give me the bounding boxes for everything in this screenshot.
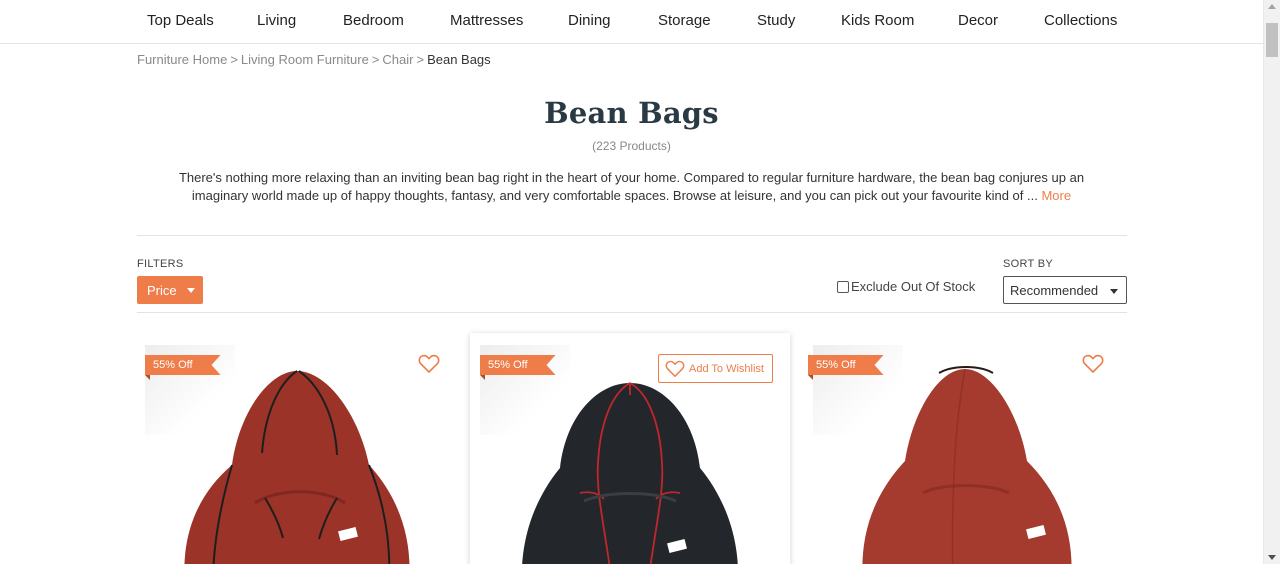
scroll-down-arrow-icon[interactable]: [1268, 555, 1276, 560]
product-image[interactable]: [813, 343, 1113, 564]
nav-item-bedroom[interactable]: Bedroom: [343, 12, 404, 29]
product-card[interactable]: 55% Off Add To Wishlist: [470, 333, 790, 564]
breadcrumb-link-living-room-furniture[interactable]: Living Room Furniture: [241, 52, 369, 67]
exclude-out-of-stock-checkbox[interactable]: [837, 280, 849, 293]
breadcrumb: Furniture Home > Living Room Furniture > Cha…: [137, 52, 491, 67]
sort-by-select[interactable]: Recommended: [1003, 276, 1127, 304]
nav-item-mattresses[interactable]: Mattresses: [450, 12, 523, 29]
price-filter-label: Price: [147, 282, 177, 298]
product-image[interactable]: [147, 343, 447, 564]
sort-by-label: SORT BY: [1003, 258, 1053, 270]
add-to-wishlist-label: Add To Wishlist: [689, 362, 764, 375]
discount-badge: 55% Off: [480, 355, 556, 375]
breadcrumb-link-furniture-home[interactable]: Furniture Home: [137, 52, 227, 67]
nav-item-kids-room[interactable]: Kids Room: [841, 12, 914, 29]
heart-icon[interactable]: [1082, 354, 1104, 374]
heart-icon[interactable]: [418, 354, 440, 374]
nav-item-decor[interactable]: Decor: [958, 12, 998, 29]
breadcrumb-link-chair[interactable]: Chair: [382, 52, 413, 67]
sort-by-value: Recommended: [1010, 282, 1099, 298]
exclude-out-of-stock[interactable]: Exclude Out Of Stock: [837, 279, 975, 294]
badge-fold: [808, 375, 813, 380]
description-text: There's nothing more relaxing than an in…: [178, 170, 1085, 203]
discount-badge: 55% Off: [145, 355, 221, 375]
section-divider: [137, 235, 1127, 236]
nav-item-collections[interactable]: Collections: [1044, 12, 1117, 29]
product-card[interactable]: 55% Off: [137, 333, 457, 564]
heart-icon: [665, 360, 685, 377]
page-title: Bean Bags: [544, 96, 719, 130]
caret-down-icon: [1110, 289, 1118, 294]
nav-item-top-deals[interactable]: Top Deals: [147, 12, 214, 29]
discount-badge: 55% Off: [808, 355, 884, 375]
badge-fold: [480, 375, 485, 380]
badge-fold: [145, 375, 150, 380]
breadcrumb-current: Bean Bags: [427, 52, 491, 67]
scrollbar-thumb[interactable]: [1266, 23, 1278, 57]
breadcrumb-separator: >: [230, 52, 238, 67]
breadcrumb-separator: >: [371, 52, 380, 67]
more-link[interactable]: More: [1041, 188, 1071, 203]
breadcrumb-separator: >: [416, 52, 425, 67]
exclude-out-of-stock-label: Exclude Out Of Stock: [851, 279, 976, 294]
product-count: (223 Products): [592, 139, 671, 153]
price-filter-button[interactable]: Price: [137, 276, 203, 304]
page-scrollbar[interactable]: [1263, 0, 1280, 564]
scroll-up-arrow-icon[interactable]: [1268, 4, 1276, 9]
filters-label: FILTERS: [137, 258, 184, 270]
product-card[interactable]: 55% Off: [803, 333, 1123, 564]
nav-item-living[interactable]: Living: [257, 12, 296, 29]
category-description: There's nothing more relaxing than an in…: [150, 169, 1113, 205]
toolbar-divider: [137, 312, 1127, 313]
caret-down-icon: [186, 287, 195, 293]
nav-item-dining[interactable]: Dining: [568, 12, 611, 29]
add-to-wishlist-button[interactable]: Add To Wishlist: [658, 354, 773, 383]
nav-item-study[interactable]: Study: [757, 12, 795, 29]
top-navigation: Top Deals Living Bedroom Mattresses Dini…: [0, 0, 1263, 44]
nav-item-storage[interactable]: Storage: [658, 12, 711, 29]
